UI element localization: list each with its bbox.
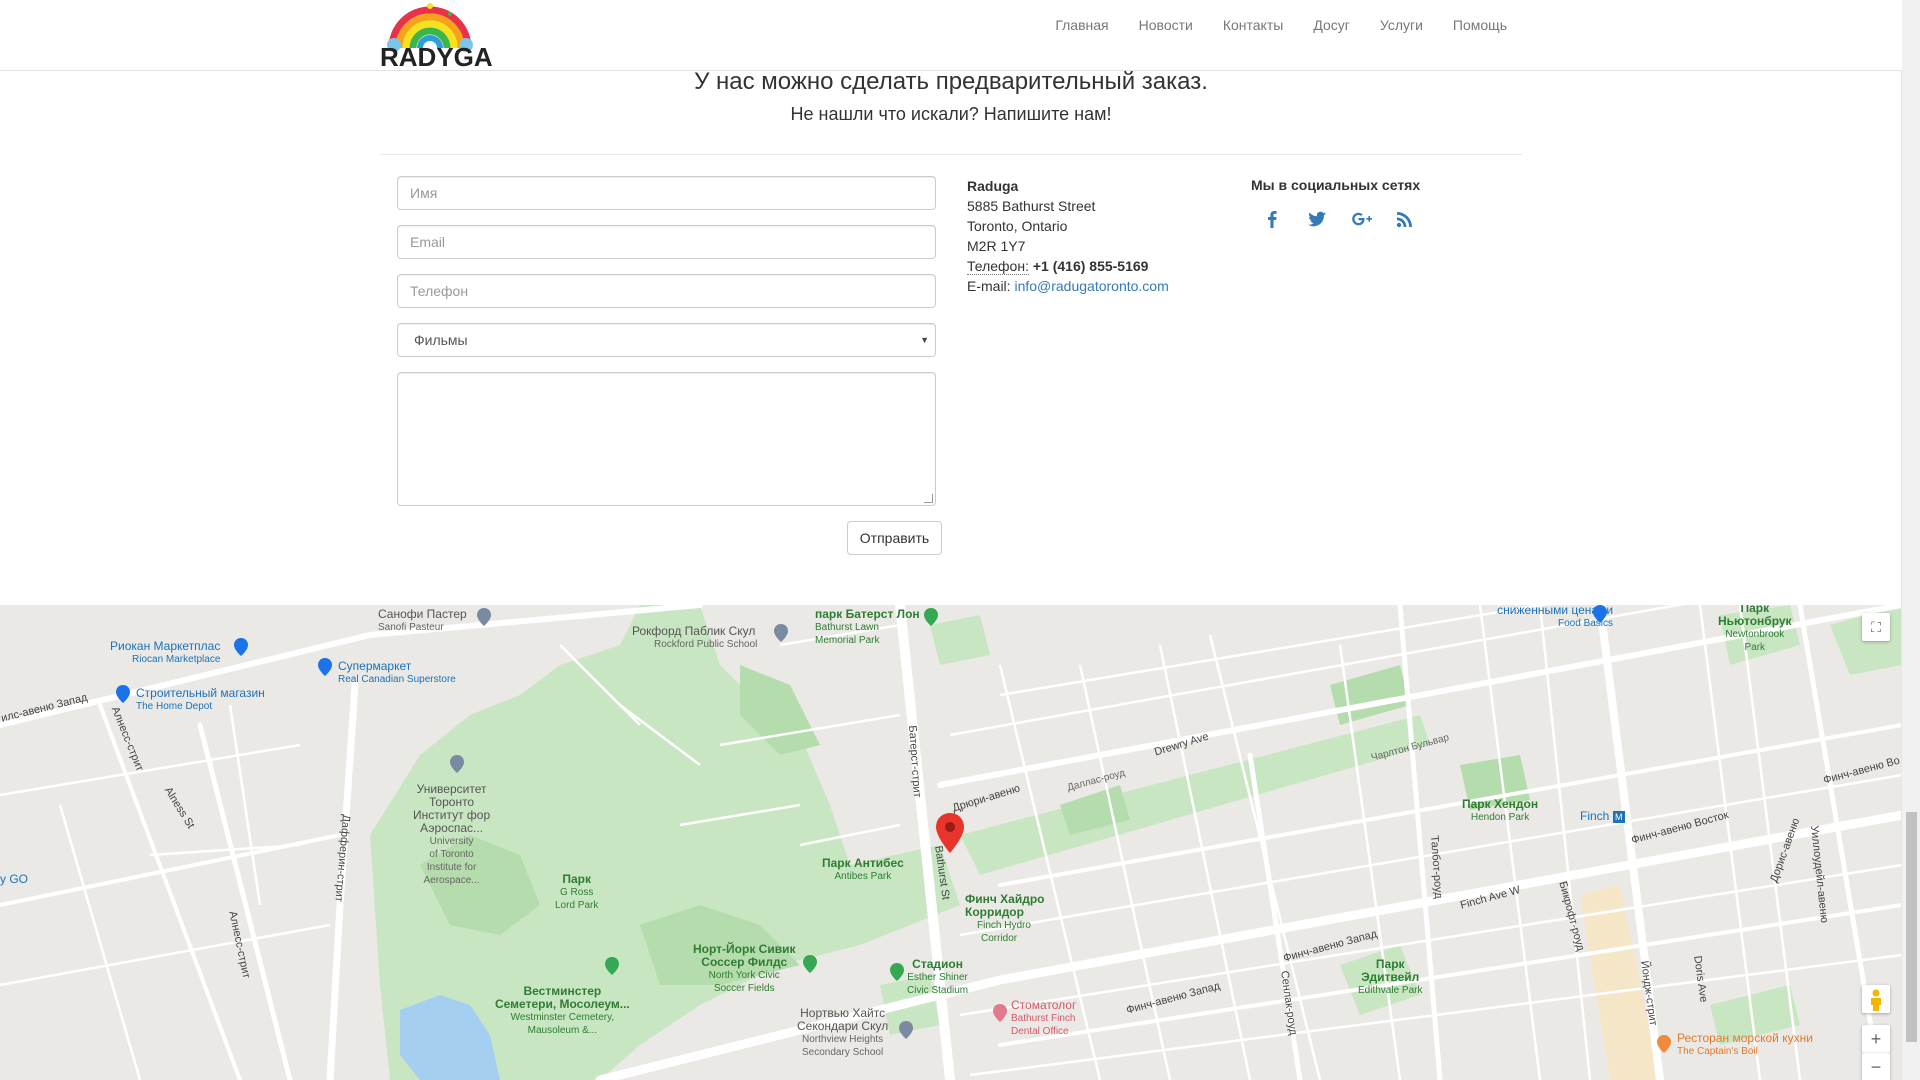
name-placeholder: Имя — [410, 185, 438, 201]
place-university[interactable]: Университет Торонто Институт фор Аэроспа… — [413, 783, 490, 887]
submit-button[interactable]: Отправить — [847, 521, 942, 555]
park-marker-icon[interactable] — [605, 957, 619, 975]
place-edithvale[interactable]: Парк Эдитвейл Edithvale Park — [1358, 958, 1422, 997]
phone-input[interactable]: Телефон — [397, 274, 936, 308]
shop-marker-icon[interactable] — [318, 658, 332, 676]
place-soccer-fields[interactable]: Норт-Йорк Сивик Соссер Филдс North York … — [693, 943, 795, 995]
message-textarea[interactable] — [397, 372, 936, 506]
email-label: E-mail: — [967, 278, 1011, 294]
place-newtonbrook[interactable]: Парк Ньютонбрук Newtonbrook Park — [1718, 605, 1792, 654]
name-input[interactable]: Имя — [397, 176, 936, 210]
zoom-out-button[interactable]: − — [1862, 1053, 1890, 1080]
nav-item-contacts[interactable]: Контакты — [1208, 0, 1298, 50]
scrollbar-thumb[interactable] — [1906, 812, 1917, 1042]
twitter-icon[interactable] — [1305, 207, 1329, 231]
address-postal: M2R 1Y7 — [967, 238, 1026, 254]
place-northview[interactable]: Нортвью Хайтс Секондари Скул Northview H… — [797, 1007, 888, 1059]
place-g-ross[interactable]: Парк G Ross Lord Park — [555, 873, 598, 912]
facebook-icon[interactable] — [1260, 207, 1284, 231]
resize-handle-icon[interactable] — [924, 494, 933, 503]
address-street: 5885 Bathurst Street — [967, 198, 1096, 214]
school-marker-icon[interactable] — [899, 1021, 913, 1039]
phone-number: +1 (416) 855-5169 — [1032, 258, 1149, 274]
shop-marker-icon[interactable] — [116, 685, 130, 703]
google-plus-icon[interactable] — [1350, 207, 1374, 231]
email-input[interactable]: Email — [397, 225, 936, 259]
nav-item-leisure[interactable]: Досуг — [1298, 0, 1365, 50]
google-map[interactable]: Санофи Пастер Sanofi Pasteur парк Батерс… — [0, 605, 1902, 1080]
page-heading: У нас можно сделать предварительный зака… — [694, 68, 1208, 95]
place-antibes[interactable]: Парк Антибес Antibes Park — [822, 857, 904, 883]
navbar: RADYGA Главная Новости Контакты Досуг Ус… — [0, 0, 1902, 72]
company-name: Raduga — [967, 178, 1019, 194]
place-sanofi[interactable]: Санофи Пастер Sanofi Pasteur — [378, 608, 467, 634]
zoom-in-button[interactable]: + — [1862, 1025, 1890, 1053]
park-marker-icon[interactable] — [803, 955, 817, 973]
shop-marker-icon[interactable] — [234, 638, 248, 656]
place-finch-hydro[interactable]: Финч Хайдро Корридор Finch Hydro Corrido… — [965, 893, 1045, 945]
place-home-depot[interactable]: Строительный магазин The Home Depot — [136, 687, 265, 713]
address-city: Toronto, Ontario — [967, 218, 1068, 234]
chevron-down-icon: ▼ — [920, 335, 929, 345]
shop-marker-icon[interactable] — [1593, 605, 1607, 623]
nav-item-help[interactable]: Помощь — [1438, 0, 1522, 50]
school-marker-icon[interactable] — [774, 624, 788, 642]
main-nav: Главная Новости Контакты Досуг Услуги По… — [1040, 0, 1522, 50]
place-dentist[interactable]: Стоматолог Bathurst Finch Dental Office — [1011, 999, 1076, 1038]
nav-item-services[interactable]: Услуги — [1365, 0, 1438, 50]
nav-item-news[interactable]: Новости — [1124, 0, 1208, 50]
restaurant-marker-icon[interactable] — [1657, 1035, 1671, 1053]
place-bathurst-lawn[interactable]: парк Батерст Лон Bathurst Lawn Memorial … — [815, 608, 920, 647]
social-title: Мы в социальных сетях — [1251, 177, 1421, 193]
category-select[interactable]: Фильмы ▼ — [397, 323, 936, 357]
email-link[interactable]: info@radugatoronto.com — [1014, 278, 1168, 294]
fullscreen-icon[interactable]: ⛶ — [1862, 613, 1890, 641]
contact-info: Raduga 5885 Bathurst Street Toronto, Ont… — [967, 176, 1169, 296]
page-subheading: Не нашли что искали? Напишите нам! — [790, 104, 1112, 124]
divider — [380, 154, 1522, 155]
phone-label: Телефон: — [967, 258, 1029, 275]
park-marker-icon[interactable] — [890, 963, 904, 981]
place-westminster[interactable]: Вестминстер Семетери, Мосолеум... Westmi… — [495, 985, 630, 1037]
brand-name: RADYGA — [380, 42, 493, 72]
place-superstore[interactable]: Супермаркет Real Canadian Superstore — [338, 660, 456, 686]
place-rockford[interactable]: Рокфорд Паблик Скул Rockford Public Scho… — [632, 625, 757, 651]
place-hendon[interactable]: Парк Хендон Hendon Park — [1462, 798, 1538, 824]
place-captains-boil[interactable]: Ресторан морской кухни The Captain's Boi… — [1677, 1032, 1813, 1058]
place-go-station[interactable]: y GO — [0, 873, 28, 886]
subway-icon: M — [1612, 811, 1625, 823]
phone-placeholder: Телефон — [410, 283, 469, 299]
place-food-basics[interactable]: сниженными ценами Food Basics — [1458, 605, 1613, 630]
place-riocan[interactable]: Риокан Маркетплас Riocan Marketplace — [110, 640, 220, 666]
place-stadium[interactable]: Стадион Esther Shiner Civic Stadium — [907, 958, 968, 997]
park-marker-icon[interactable] — [924, 608, 938, 626]
rss-icon[interactable] — [1393, 207, 1417, 231]
category-select-value: Фильмы — [414, 332, 468, 348]
dentist-marker-icon[interactable] — [993, 1004, 1007, 1022]
phone-line: Телефон: +1 (416) 855-5169 — [967, 256, 1169, 276]
page-scrollbar[interactable] — [1901, 0, 1920, 1080]
place-finch-station[interactable]: Finch M — [1580, 810, 1625, 823]
nav-item-home[interactable]: Главная — [1040, 0, 1123, 50]
poi-marker-icon[interactable] — [477, 608, 491, 626]
email-line: E-mail: info@radugatoronto.com — [967, 276, 1169, 296]
university-marker-icon[interactable] — [450, 755, 464, 773]
street-view-pegman-icon[interactable] — [1862, 985, 1890, 1013]
email-placeholder: Email — [410, 234, 446, 250]
